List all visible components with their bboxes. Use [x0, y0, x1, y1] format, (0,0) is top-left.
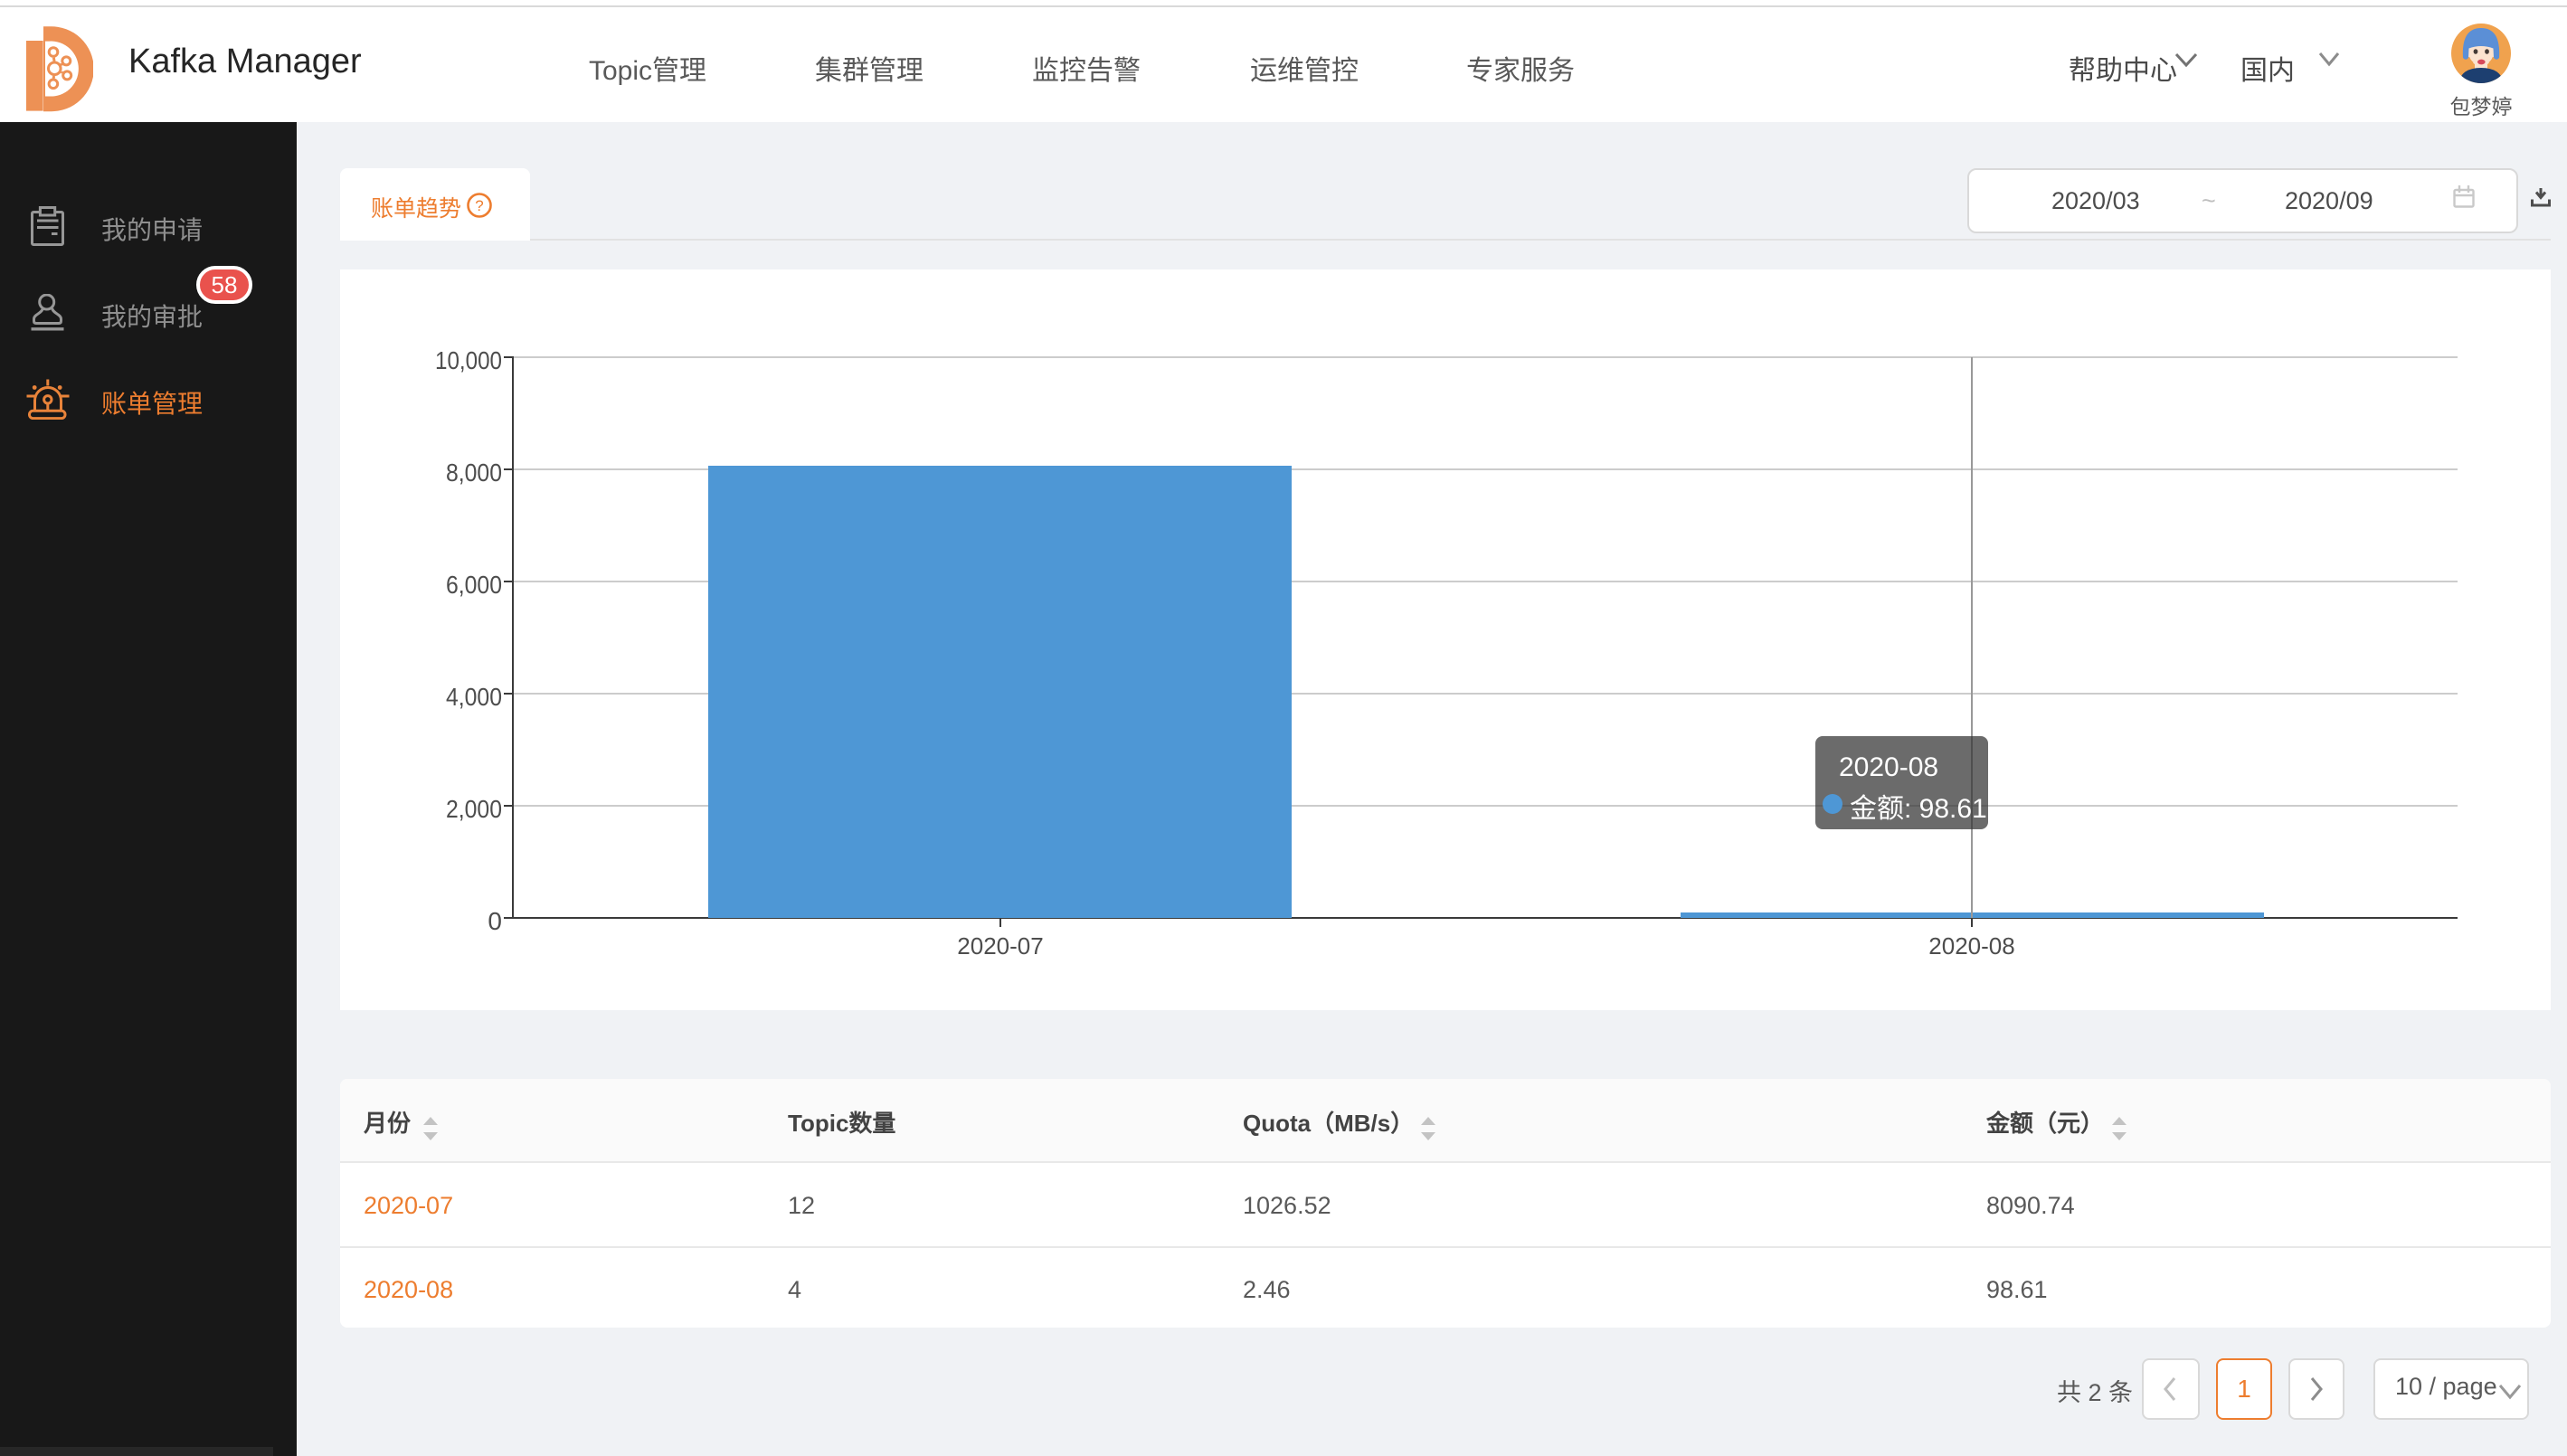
svg-text:8,000: 8,000 — [446, 459, 502, 487]
svg-text:0: 0 — [488, 907, 502, 935]
svg-text:?: ? — [475, 197, 483, 214]
svg-text:10,000: 10,000 — [435, 346, 502, 374]
svg-text:2020-08: 2020-08 — [1928, 932, 2014, 960]
svg-text:2020-08: 2020-08 — [1839, 752, 1938, 782]
svg-text:金额: 98.61: 金额: 98.61 — [1850, 794, 1987, 824]
svg-text:2020-07: 2020-07 — [957, 932, 1043, 960]
svg-text:2,000: 2,000 — [446, 795, 502, 823]
svg-text:4,000: 4,000 — [446, 683, 502, 711]
svg-text:6,000: 6,000 — [446, 571, 502, 599]
